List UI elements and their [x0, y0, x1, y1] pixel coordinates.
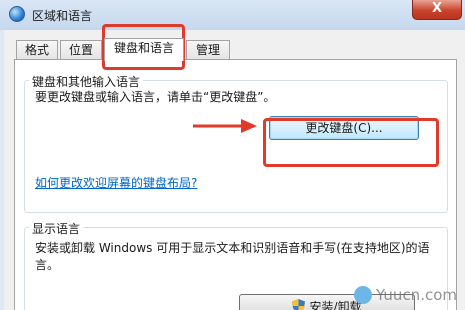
- window-titlebar[interactable]: 区域和语言 X: [0, 0, 465, 30]
- uac-shield-icon: [292, 299, 306, 310]
- watermark-logo-icon: [353, 286, 372, 304]
- tab-location[interactable]: 位置: [60, 40, 102, 60]
- keyboards-description: 要更改键盘或输入语言，请单击“更改键盘”。: [35, 90, 276, 104]
- close-icon: X: [431, 1, 443, 16]
- keyboards-group: 键盘和其他输入语言 要更改键盘或输入语言，请单击“更改键盘”。 更改键盘(C).…: [24, 73, 448, 213]
- tab-panel: 键盘和其他输入语言 要更改键盘或输入语言，请单击“更改键盘”。 更改键盘(C).…: [14, 59, 457, 310]
- arrow-right-icon: [193, 119, 257, 133]
- keyboard-layout-help-link[interactable]: 如何更改欢迎屏幕的键盘布局?: [35, 174, 197, 191]
- watermark: Yuucn.com: [353, 286, 457, 304]
- change-keyboards-button[interactable]: 更改键盘(C)...: [269, 116, 419, 140]
- globe-icon: [9, 6, 25, 22]
- display-language-group-title: 显示语言: [29, 220, 84, 237]
- tab-formats[interactable]: 格式: [16, 40, 58, 60]
- display-language-description: 安装或卸载 Windows 可用于显示文本和识别语音和手写(在支持地区)的语言。: [35, 241, 430, 272]
- tab-administrative[interactable]: 管理: [186, 40, 230, 60]
- keyboards-group-title: 键盘和其他输入语言: [29, 73, 144, 90]
- dialog-body: 格式 位置 键盘和语言 管理 键盘和其他输入语言 要更改键盘或输入语言，请单击“…: [4, 30, 465, 310]
- tab-keyboards-languages[interactable]: 键盘和语言: [104, 38, 184, 61]
- window-title: 区域和语言: [32, 9, 93, 23]
- close-button[interactable]: X: [412, 0, 462, 20]
- watermark-text: Yuucn.com: [375, 286, 457, 304]
